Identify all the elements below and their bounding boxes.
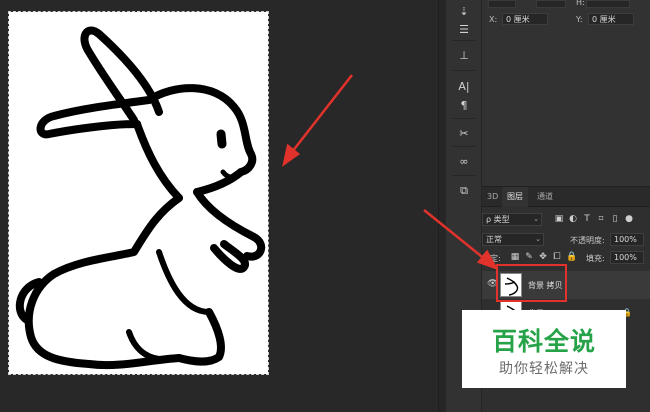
arrow-to-layer — [423, 209, 487, 261]
arrow-head — [476, 249, 499, 271]
watermark: 百科全说 助你轻松解决 — [462, 310, 626, 388]
watermark-title: 百科全说 — [491, 327, 596, 356]
watermark-subtitle: 助你轻松解决 — [499, 361, 589, 377]
arrow-to-canvas — [291, 74, 353, 153]
